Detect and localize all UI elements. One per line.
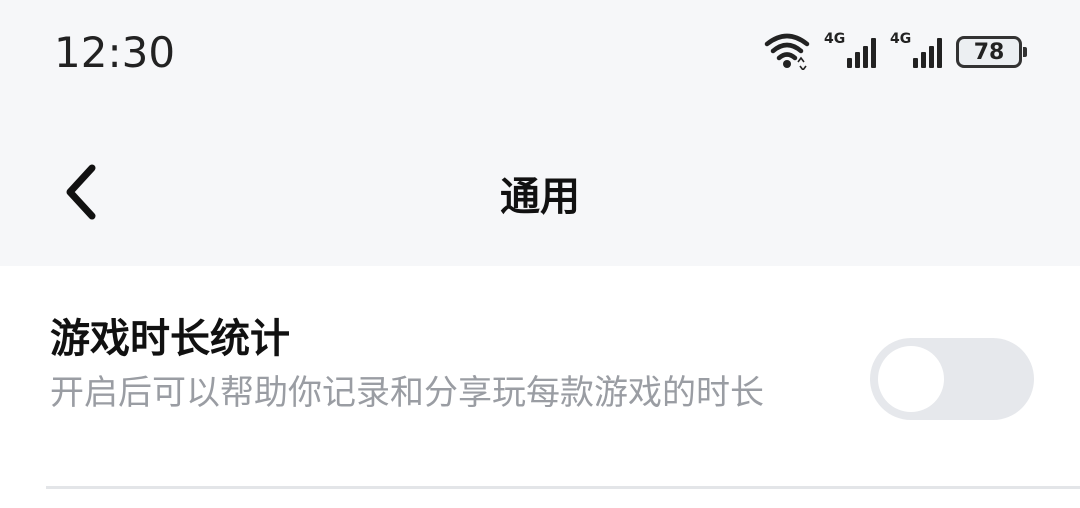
setting-description: 开启后可以帮助你记录和分享玩每款游戏的时长 <box>50 373 764 413</box>
network-type-label: 4G <box>890 31 912 47</box>
settings-card: 游戏时长统计 开启后可以帮助你记录和分享玩每款游戏的时长 <box>0 266 1080 508</box>
status-icons: 4G 4G 78 <box>764 30 1027 74</box>
setting-title: 游戏时长统计 <box>50 316 290 362</box>
cellular-signal-icon: 4G <box>890 32 942 72</box>
nav-bar: 通用 <box>0 120 1080 266</box>
status-bar: 12:30 4G 4G 78 <box>0 0 1080 108</box>
page-title: 通用 <box>500 174 580 220</box>
divider <box>46 486 1080 489</box>
battery-icon: 78 <box>956 36 1027 68</box>
cellular-signal-icon: 4G <box>824 32 876 72</box>
wifi-icon <box>764 30 810 74</box>
toggle-knob <box>878 346 944 412</box>
game-time-stats-toggle[interactable] <box>870 338 1034 420</box>
network-type-label: 4G <box>824 31 846 47</box>
status-time: 12:30 <box>54 28 176 77</box>
battery-level: 78 <box>973 39 1005 65</box>
